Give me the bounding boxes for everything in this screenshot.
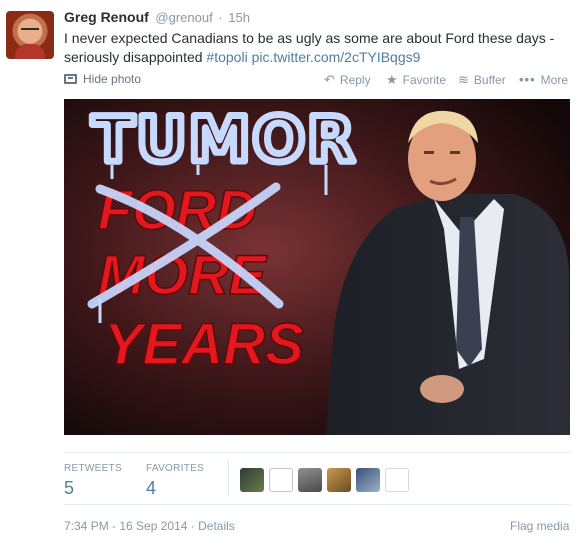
stats-vertical-divider bbox=[228, 460, 229, 496]
favorites-label: FAVORITES bbox=[146, 463, 205, 474]
favorite-label: Favorite bbox=[402, 73, 447, 87]
favoriter-avatar[interactable] bbox=[269, 468, 293, 492]
fullname[interactable]: Greg Renouf bbox=[64, 9, 149, 25]
media-link[interactable]: pic.twitter.com/2cTYIBqgs9 bbox=[252, 49, 421, 65]
tweet: Greg Renouf @grenouf · 15h I never expec… bbox=[0, 0, 577, 543]
avatar-shirt bbox=[15, 44, 45, 59]
hide-photo-button[interactable]: Hide photo bbox=[64, 72, 141, 86]
tweet-footer: 7:34 PM - 16 Sep 2014 · Details bbox=[64, 519, 235, 533]
retweets-stat[interactable]: RETWEETS 5 bbox=[64, 463, 122, 499]
buffer-button[interactable]: ≋ Buffer bbox=[458, 72, 506, 88]
more-button[interactable]: ••• More bbox=[519, 72, 568, 87]
buffer-icon: ≋ bbox=[458, 72, 469, 87]
poster-word-3: YEARS bbox=[104, 312, 304, 377]
favorites-count: 4 bbox=[146, 478, 157, 498]
hide-photo-label: Hide photo bbox=[83, 72, 142, 86]
favoriter-avatar[interactable] bbox=[385, 468, 409, 492]
username[interactable]: @grenouf bbox=[155, 10, 212, 25]
tweet-timestamp[interactable]: 7:34 PM - 16 Sep 2014 bbox=[64, 519, 187, 533]
graffiti-word: TUMOR bbox=[92, 103, 357, 176]
retweets-label: RETWEETS bbox=[64, 463, 122, 474]
time-separator: · bbox=[218, 10, 223, 25]
more-label: More bbox=[540, 72, 568, 87]
favoriter-avatar[interactable] bbox=[298, 468, 322, 492]
retweets-count: 5 bbox=[64, 478, 75, 498]
tweet-time[interactable]: 15h bbox=[228, 10, 250, 25]
stats-bottom-divider bbox=[64, 504, 570, 505]
tweet-header: Greg Renouf @grenouf · 15h bbox=[64, 9, 250, 27]
tweet-text: I never expected Canadians to be as ugly… bbox=[64, 29, 569, 67]
tweet-photo[interactable]: FORD MORE YEARS TUMOR bbox=[64, 99, 570, 435]
favoriter-avatar[interactable] bbox=[327, 468, 351, 492]
photo-icon bbox=[64, 74, 77, 84]
reply-button[interactable]: ↶ Reply bbox=[324, 72, 371, 88]
stats-top-divider bbox=[64, 452, 570, 453]
avatar[interactable] bbox=[6, 11, 54, 59]
avatar-glasses bbox=[21, 28, 39, 32]
star-icon: ★ bbox=[386, 72, 398, 87]
favoriter-avatar[interactable] bbox=[240, 468, 264, 492]
footer-separator: · bbox=[190, 519, 195, 533]
favorites-stat[interactable]: FAVORITES 4 bbox=[146, 463, 204, 499]
buffer-label: Buffer bbox=[473, 73, 506, 87]
details-link[interactable]: Details bbox=[198, 519, 235, 533]
reply-label: Reply bbox=[339, 73, 371, 87]
more-icon: ••• bbox=[519, 72, 536, 87]
tweet-actions: Hide photo ↶ Reply ★ Favorite ≋ Buffer •… bbox=[64, 72, 571, 90]
poster-image: FORD MORE YEARS TUMOR bbox=[64, 99, 570, 435]
favoriter-avatar[interactable] bbox=[356, 468, 380, 492]
reply-icon: ↶ bbox=[324, 72, 335, 87]
flag-media-link[interactable]: Flag media bbox=[510, 519, 569, 533]
hashtag-link[interactable]: #topoli bbox=[206, 49, 247, 65]
favoriter-avatars bbox=[240, 468, 409, 492]
favorite-button[interactable]: ★ Favorite bbox=[386, 72, 446, 88]
